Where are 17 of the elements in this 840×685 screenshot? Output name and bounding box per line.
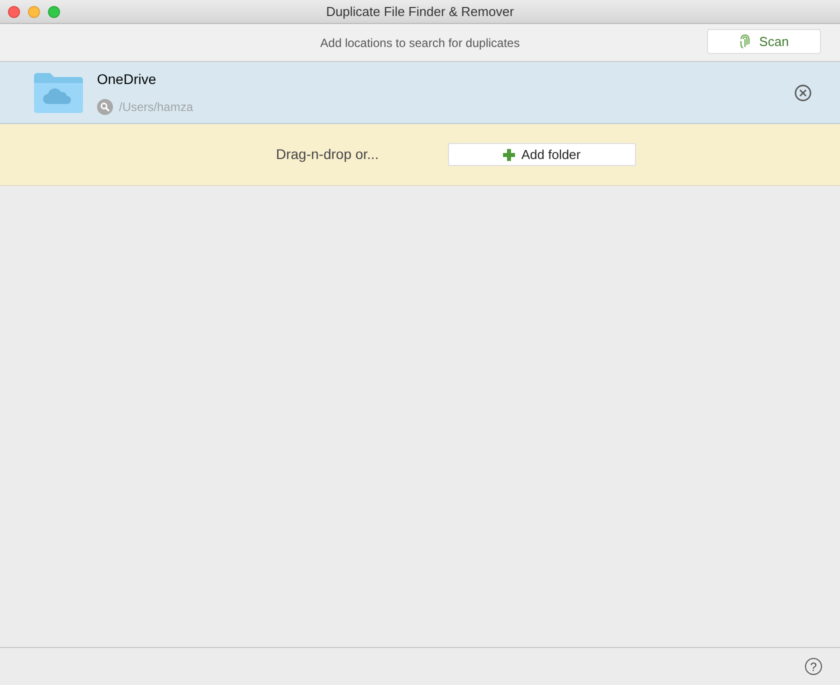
add-folder-button[interactable]: Add folder <box>448 143 636 166</box>
location-name: OneDrive <box>97 70 158 89</box>
toolbar-hint: Add locations to search for duplicates <box>320 34 520 52</box>
fingerprint-icon <box>739 34 752 49</box>
minimize-window-button[interactable] <box>28 6 40 18</box>
zoom-window-button[interactable] <box>48 6 60 18</box>
close-window-button[interactable] <box>8 6 20 18</box>
scan-button[interactable]: Scan <box>707 29 821 54</box>
help-button[interactable]: ? <box>805 658 822 675</box>
remove-icon[interactable] <box>794 84 812 102</box>
location-row[interactable]: OneDrive /Users/hamza <box>0 62 840 124</box>
location-path: /Users/hamza <box>119 99 194 116</box>
window-title: Duplicate File Finder & Remover <box>326 2 514 21</box>
cloud-folder-icon <box>34 72 83 112</box>
plus-icon <box>503 148 516 160</box>
search-icon <box>97 99 113 115</box>
drop-hint: Drag-n-drop or... <box>276 145 379 164</box>
